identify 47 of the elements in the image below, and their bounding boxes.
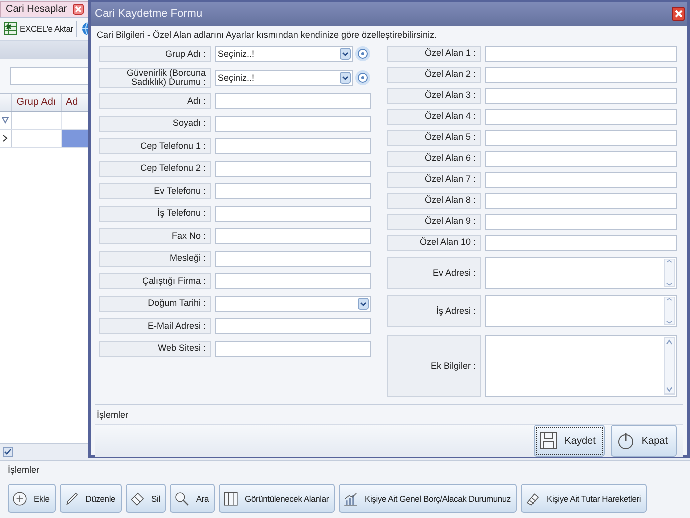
- field-label: Ev Telefonu :: [99, 183, 211, 199]
- dropdown-field[interactable]: Seçiniz..!: [215, 70, 353, 86]
- action-button[interactable]: Kişiye Ait Tutar Hareketleri: [520, 484, 648, 513]
- field-label: Adı :: [99, 93, 211, 109]
- document-tab[interactable]: Cari Hesaplar: [0, 1, 90, 17]
- column-header[interactable]: Grup Adı: [12, 94, 62, 111]
- action-button[interactable]: Düzenle: [60, 484, 122, 513]
- field-label: Ek Bilgiler :: [387, 335, 481, 397]
- field-label: Özel Alan 1 :: [387, 46, 481, 62]
- field-label: Özel Alan 3 :: [387, 88, 481, 104]
- field-label: E-Mail Adresi :: [99, 318, 211, 334]
- info-text: Cari Bilgileri - Özel Alan adlarını Ayarlar kısmından kendinize göre özelleştirebilirsiniz.: [96, 29, 438, 42]
- dialog-button[interactable]: Kaydet: [534, 425, 605, 457]
- field-label: Web Sitesi :: [99, 340, 211, 356]
- field-label: Özel Alan 2 :: [387, 66, 481, 82]
- field-label: Doğum Tarihi :: [99, 296, 211, 312]
- action-button[interactable]: Kişiye Ait Genel Borç/Alacak Durumunuz: [339, 484, 517, 513]
- action-button[interactable]: Ekle: [8, 484, 56, 513]
- field-label: Soyadı :: [99, 116, 211, 132]
- field-label: Özel Alan 6 :: [387, 150, 481, 166]
- field-label: Özel Alan 10 :: [387, 234, 481, 250]
- dialog-button[interactable]: Kapat: [610, 425, 677, 457]
- field-label: Grup Adı :: [99, 46, 211, 62]
- field-label: Fax No :: [99, 228, 211, 244]
- field-label: Özel Alan 8 :: [387, 192, 481, 208]
- field-label: Özel Alan 5 :: [387, 130, 481, 146]
- window-title: Cari Kaydetme Formu: [95, 8, 203, 20]
- field-value: Seçiniz..!: [218, 49, 255, 59]
- field-label: Cep Telefonu 2 :: [99, 160, 211, 176]
- field-label: Güvenirlik (Borcuna Sadıklık) Durumu :: [99, 68, 211, 88]
- field-label: İş Telefonu :: [99, 206, 211, 222]
- action-button[interactable]: Ara: [170, 484, 216, 513]
- field-label: Mesleği :: [99, 250, 211, 266]
- section-label: İşlemler: [0, 460, 690, 480]
- field-label: Ev Adresi :: [387, 257, 481, 289]
- dropdown-field[interactable]: Seçiniz..!: [215, 46, 353, 62]
- field-label: İş Adresi :: [387, 295, 481, 327]
- field-label: Çalıştığı Firma :: [99, 273, 211, 289]
- field-value: Seçiniz..!: [218, 72, 255, 82]
- field-label: Özel Alan 7 :: [387, 172, 481, 188]
- field-label: Cep Telefonu 1 :: [99, 138, 211, 154]
- export-button[interactable]: EXCEL'e Aktar: [2, 21, 78, 37]
- action-button[interactable]: Sil: [126, 484, 166, 513]
- action-button[interactable]: Görüntülenecek Alanlar: [219, 484, 336, 513]
- section-label: İşlemler: [96, 409, 130, 422]
- field-label: Özel Alan 9 :: [387, 214, 481, 230]
- field-label: Özel Alan 4 :: [387, 108, 481, 124]
